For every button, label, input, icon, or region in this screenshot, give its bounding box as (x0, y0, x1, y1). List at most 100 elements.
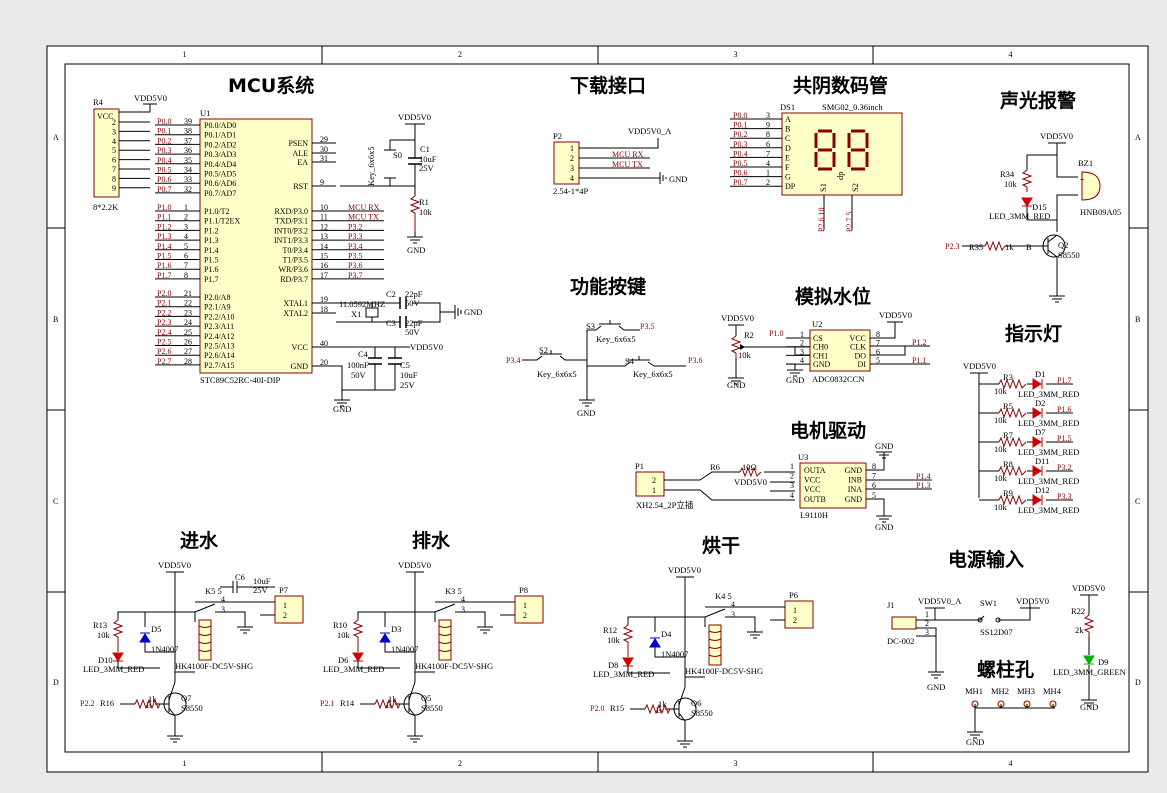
u1-pinname-31: EA (297, 158, 308, 167)
relay-inlet-cv: 25V (253, 585, 269, 595)
relay-dry-rbref: R15 (610, 703, 624, 713)
relay-drain-kpin4: 4 (461, 595, 465, 604)
r4-vdd-label: VDD5V0 (134, 93, 167, 103)
ds1-pinnum-F: 4 (766, 159, 770, 168)
relay-drain-led-part: LED_3MM_RED (323, 664, 384, 674)
p2-gnd-label: GND (669, 174, 687, 184)
relay-inlet-kref: K5 5 (205, 586, 222, 596)
ds1-dp: dp (835, 172, 845, 181)
u1-net-P0.6: P0.6 (157, 175, 171, 184)
relay-inlet-vdd-label: VDD5V0 (158, 560, 191, 570)
led-row-net-P1.6: P1.6 (1057, 405, 1071, 414)
u1-pinnum-3: 3 (184, 222, 188, 231)
ds1-p27-net: P2.7 5 (845, 212, 854, 232)
u1-net-P0.5: P0.5 (157, 166, 171, 175)
relay-inlet-kpin4: 4 (221, 595, 225, 604)
title-leds: 指示灯 (1005, 323, 1062, 345)
relay-inlet-rval: 10k (97, 630, 111, 640)
u1-net-P1.4: P1.4 (157, 242, 171, 251)
ds1-pinname-E: E (785, 153, 790, 162)
u1-p3-net-15: P3.5 (348, 252, 362, 261)
u1-pinname-5: P1.4 (204, 246, 218, 255)
zone-row-right-A: A (1135, 133, 1141, 142)
ds1-pinnum-DP: 2 (766, 178, 770, 187)
u1-pinname-10: RXD/P3.0 (274, 207, 308, 216)
led-row-rref-R8: R8 (1003, 459, 1013, 469)
sw1-ref: SW1 (980, 598, 997, 608)
r1-ref: R1 (419, 197, 429, 207)
relay-drain-input-net: P2.1 (320, 699, 334, 708)
p2-vdd-label: VDD5V0_A (628, 126, 672, 136)
u1-pinnum-25: 25 (184, 328, 192, 337)
d9-part: LED_3MM_GREEN (1053, 667, 1126, 677)
s4-part: Key_6x6x5 (633, 369, 673, 379)
ds1-pinnum-A: 3 (766, 111, 770, 120)
u3-rnum-3: 5 (872, 491, 876, 500)
u2-lname-CS: CS (813, 334, 823, 343)
u1-pinname-39: P0.0/AD0 (204, 121, 236, 130)
led-row-rref-R9: R9 (1003, 488, 1013, 498)
decoupling-vdd-label: VDD5V0 (410, 342, 443, 352)
relay-dry-rval: 10k (607, 635, 621, 645)
p2-pin1: 1 (570, 144, 574, 153)
zone-col-top-1: 1 (183, 50, 187, 59)
u1-pinname-14: T0/P3.4 (282, 246, 308, 255)
u1-pinnum-13: 13 (320, 232, 328, 241)
title-keys: 功能按键 (570, 275, 646, 298)
u1-net-P2.5: P2.5 (157, 338, 171, 347)
r4-ref: R4 (93, 97, 104, 107)
relay-inlet-dpart: 1N4007 (151, 644, 178, 654)
d15-part: LED_3MM_RED (989, 211, 1050, 221)
u1-pinnum-19: 19 (320, 295, 328, 304)
p2-tx-net: MCU TX (612, 160, 643, 169)
led-row-part-D1: LED_3MM_RED (1018, 389, 1079, 399)
relay-dry-tpin2: 2 (793, 616, 797, 625)
u1-net-P1.0: P1.0 (157, 203, 171, 212)
u1-pinnum-2: 2 (184, 213, 188, 222)
relay-inlet-dref: D5 (151, 624, 161, 634)
zone-row-right-B: B (1135, 315, 1140, 324)
u1-pinname-20: GND (291, 362, 309, 371)
relay-inlet-tpin2: 2 (283, 611, 287, 620)
u1-pinnum-22: 22 (184, 299, 192, 308)
relay-drain-kpin3: 3 (461, 605, 465, 614)
u1-pinname-30: ALE (292, 149, 308, 158)
relay-drain-terminal-body (514, 595, 544, 624)
relay-inlet-rbref: R16 (100, 698, 114, 708)
zone-col-bottom-1: 1 (183, 759, 187, 768)
u3-rname-2: INA (848, 485, 862, 494)
u1-pinname-8: P1.7 (204, 275, 218, 284)
r4-pin-2: 2 (112, 118, 116, 127)
relay-drain-kref: K3 5 (445, 586, 462, 596)
relay-inlet-tpin1: 1 (283, 601, 287, 610)
c3-v: 50V (405, 327, 421, 337)
j1-pin1: 1 (925, 610, 929, 619)
u1-pinname-4: P1.3 (204, 236, 218, 245)
u1-pinname-1: P1.0/T2 (204, 207, 230, 216)
r34-ref: R34 (1000, 169, 1015, 179)
u1-pinname-13: INT1/P3.3 (274, 236, 308, 245)
u2-lnum-2: 3 (800, 347, 804, 356)
u2-rname-VCC: VCC (850, 334, 866, 343)
r2-val: 10k (738, 350, 752, 360)
relay-dry-rbval: 1k (658, 699, 667, 709)
u1-pinnum-38: 38 (184, 127, 192, 136)
relay-dry-qpart: S8550 (691, 708, 713, 718)
relay-dry-dpart: 1N4007 (661, 649, 688, 659)
u3-lnum-3: 4 (790, 491, 794, 500)
relay-dry-tpin1: 1 (793, 606, 797, 615)
u2-part: ADC0832CCN (812, 374, 864, 384)
u1-net-P2.3: P2.3 (157, 318, 171, 327)
u1-net-P1.6: P1.6 (157, 261, 171, 270)
u1-pinname-35: P0.4/AD4 (204, 160, 236, 169)
u2-ref: U2 (812, 319, 822, 329)
u1-pinnum-36: 36 (184, 146, 192, 155)
c5-val: 10uF (400, 370, 418, 380)
zone-col-top-4: 4 (1009, 50, 1013, 59)
r6-ref: R6 (710, 462, 720, 472)
schematic-canvas: 11223344A AB BC CD D MCU系统 下载接口 共阴数码管 声光报警 功… (46, 45, 1149, 773)
u3-gnd-top-label: GND (875, 441, 893, 451)
led-row-rref-R5: R5 (1003, 401, 1013, 411)
led-row-dref-D12: D12 (1035, 485, 1050, 495)
u1-p3-net-13: P3.3 (348, 232, 362, 241)
